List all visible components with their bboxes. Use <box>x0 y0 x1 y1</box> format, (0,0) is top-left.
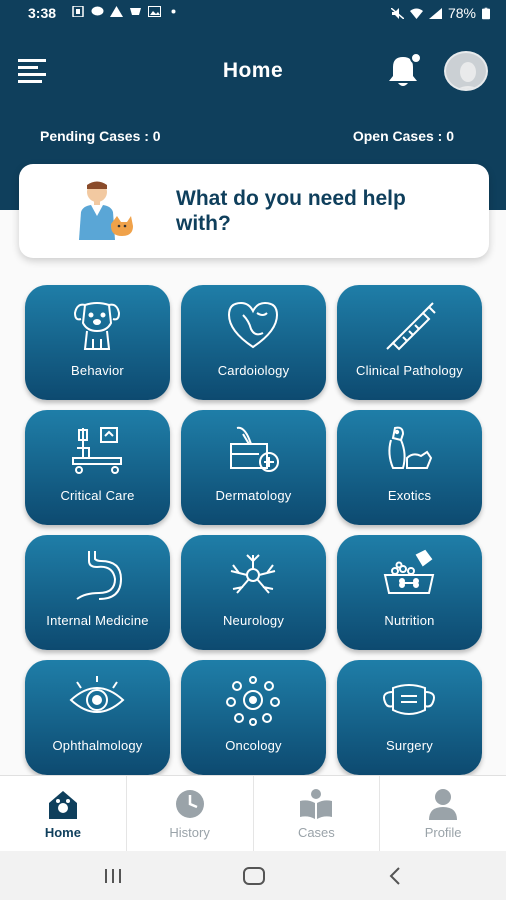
app-screen: 3:38 78% Home Pending Cases: 0 Open Cas… <box>0 0 506 900</box>
sim-icon <box>72 6 84 17</box>
category-critical-care[interactable]: Critical Care <box>25 410 170 525</box>
nav-home[interactable]: Home <box>0 776 127 851</box>
battery-level: 78% <box>447 5 476 21</box>
category-label: Exotics <box>387 488 432 503</box>
bell-icon <box>389 52 422 86</box>
notifications-button[interactable] <box>383 52 423 90</box>
category-behavior[interactable]: Behavior <box>25 285 170 400</box>
signal-icon <box>428 7 442 19</box>
system-icons: 78% <box>390 5 490 21</box>
category-internal-medicine[interactable]: Internal Medicine <box>25 535 170 650</box>
category-label: Surgery <box>386 738 433 753</box>
eye-icon <box>69 676 125 713</box>
recent-apps-icon[interactable] <box>103 868 123 884</box>
back-icon[interactable] <box>388 867 402 885</box>
heart-paw-icon <box>227 301 279 349</box>
category-label: Dermatology <box>215 488 292 503</box>
image-icon <box>148 6 161 17</box>
notification-icons <box>72 6 180 17</box>
clock-icon <box>175 790 204 818</box>
syringe-icon <box>386 302 436 351</box>
bird-dog-icon <box>388 426 433 469</box>
system-nav-bar <box>0 851 506 900</box>
avatar[interactable] <box>444 51 488 91</box>
category-ophthalmology[interactable]: Ophthalmology <box>25 660 170 775</box>
category-label: Clinical Pathology <box>356 363 463 378</box>
mute-icon <box>390 7 404 19</box>
nav-label: Profile <box>424 825 462 840</box>
nav-history[interactable]: History <box>127 776 254 851</box>
status-bar: 3:38 78% <box>0 0 506 28</box>
chat-icon <box>91 6 104 16</box>
mask-icon <box>383 684 435 715</box>
stomach-icon <box>76 551 123 600</box>
nav-label: Home <box>44 825 81 840</box>
page-title: Home <box>222 59 284 82</box>
category-surgery[interactable]: Surgery <box>337 660 482 775</box>
category-cardiology[interactable]: Cardoiology <box>181 285 326 400</box>
help-card[interactable]: What do you need help with? <box>19 164 489 258</box>
pending-cases-count: Pending Cases : 0 <box>40 128 161 144</box>
help-prompt: What do you need help with? <box>176 187 406 235</box>
category-label: Behavior <box>71 363 124 378</box>
category-label: Nutrition <box>384 613 435 628</box>
category-label: Cardoiology <box>217 363 290 378</box>
bottom-nav: Home History Cases Profile <box>0 775 506 851</box>
category-label: Critical Care <box>60 488 135 503</box>
nav-label: History <box>169 825 210 840</box>
wifi-icon <box>409 8 423 19</box>
category-label: Oncology <box>225 738 282 753</box>
home-system-icon[interactable] <box>243 867 265 885</box>
category-exotics[interactable]: Exotics <box>337 410 482 525</box>
dot-icon <box>171 9 176 14</box>
book-icon <box>300 789 333 819</box>
dog-icon <box>73 302 121 350</box>
skin-icon <box>230 426 279 472</box>
person-icon <box>429 789 458 820</box>
category-label: Ophthalmology <box>52 738 143 753</box>
home-icon <box>48 791 77 819</box>
mail-icon <box>130 8 141 15</box>
category-dermatology[interactable]: Dermatology <box>181 410 326 525</box>
neuron-icon <box>230 554 276 594</box>
category-label: Internal Medicine <box>46 613 149 628</box>
category-neurology[interactable]: Neurology <box>181 535 326 650</box>
category-label: Neurology <box>222 613 285 628</box>
cells-icon <box>226 676 280 726</box>
nav-cases[interactable]: Cases <box>254 776 381 851</box>
status-time: 3:38 <box>28 5 57 21</box>
category-grid: Behavior Cardoiology Clinical Pathology <box>25 285 483 775</box>
category-oncology[interactable]: Oncology <box>181 660 326 775</box>
category-clinical-pathology[interactable]: Clinical Pathology <box>337 285 482 400</box>
open-cases-count: Open Cases : 0 <box>352 128 454 144</box>
food-bowl-icon <box>383 549 435 594</box>
hospital-bed-icon <box>72 427 122 474</box>
battery-icon <box>482 7 490 19</box>
alert-icon <box>110 6 123 17</box>
vet-with-cat-icon <box>79 181 133 240</box>
nav-label: Cases <box>297 825 335 840</box>
nav-profile[interactable]: Profile <box>380 776 506 851</box>
category-nutrition[interactable]: Nutrition <box>337 535 482 650</box>
